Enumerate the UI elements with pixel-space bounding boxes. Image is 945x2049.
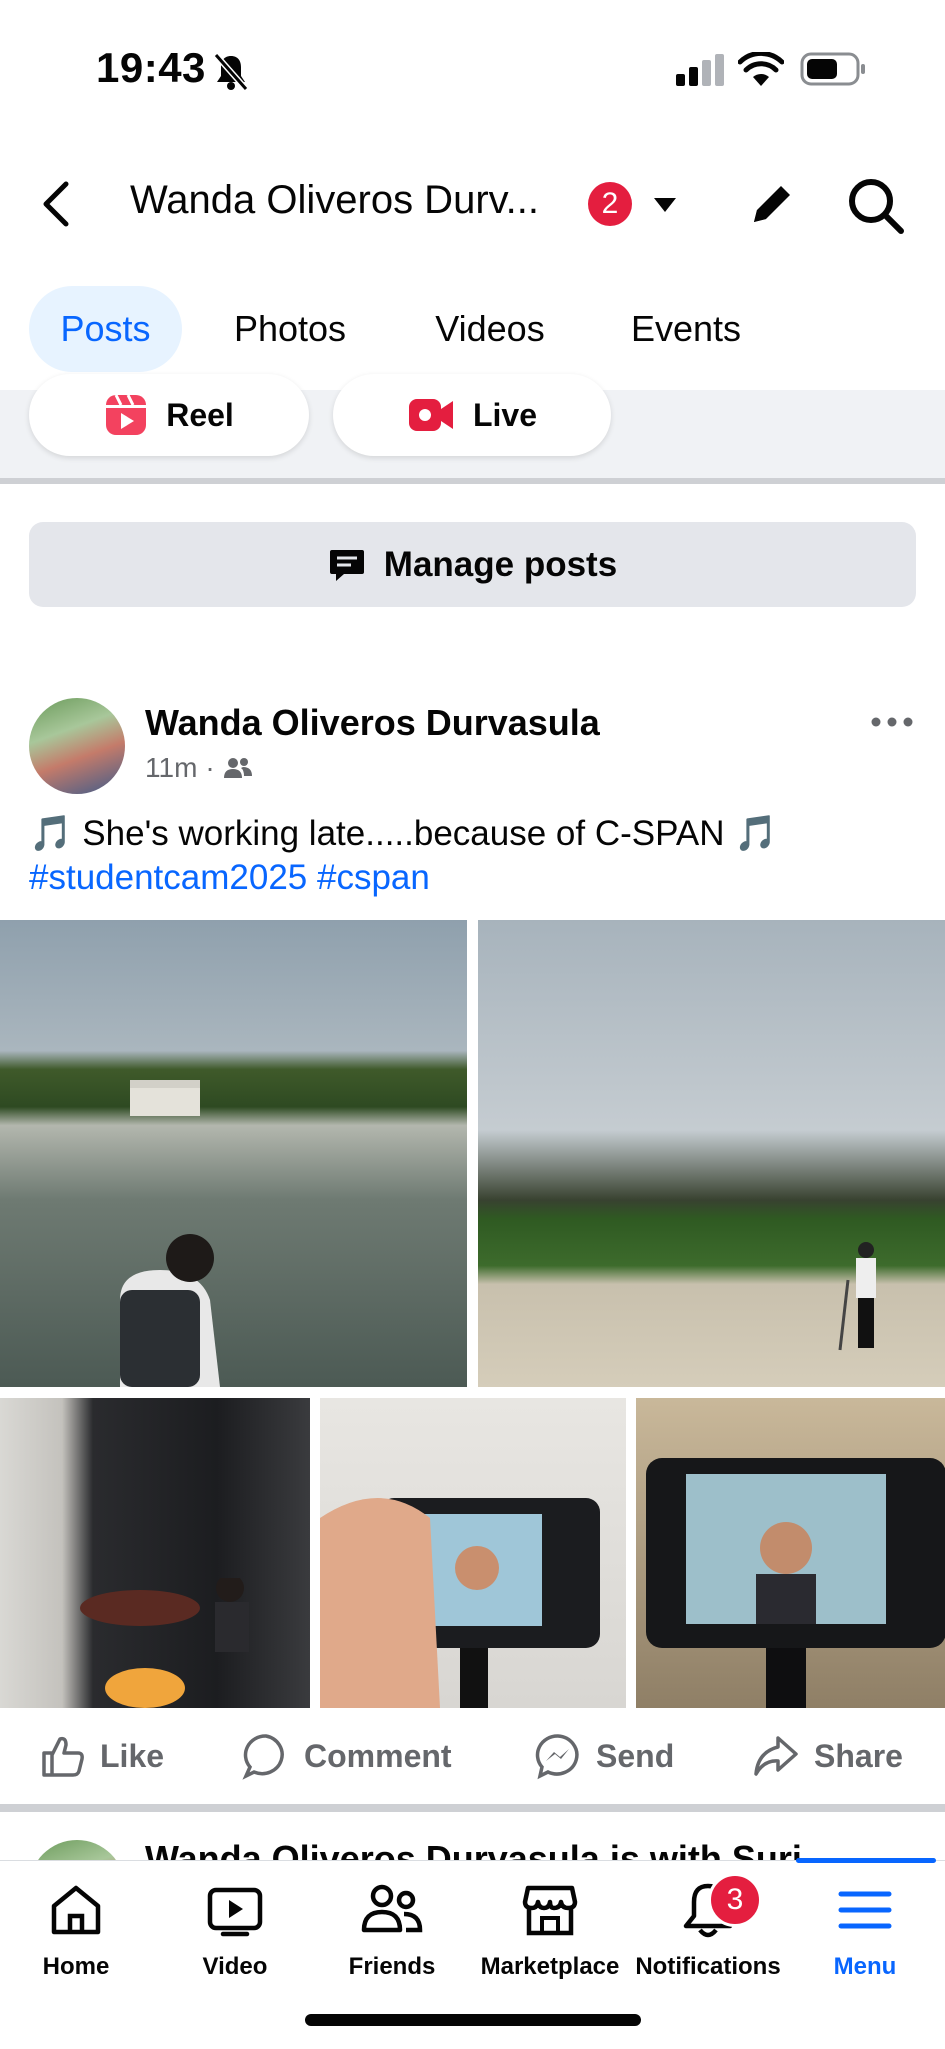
nav-menu[interactable]: Menu <box>790 1880 940 1981</box>
avatar[interactable] <box>29 698 125 794</box>
nav-marketplace-label: Marketplace <box>480 1953 620 1980</box>
camera-held-in-hand-icon <box>320 1498 600 1708</box>
messenger-icon <box>535 1734 579 1780</box>
studio-setup-photo[interactable] <box>0 1398 310 1708</box>
manage-posts-button[interactable]: Manage posts <box>29 522 916 607</box>
nav-friends[interactable]: Friends <box>317 1880 467 1981</box>
comment-bubble-icon <box>242 1734 284 1780</box>
like-thumb-icon <box>42 1736 84 1777</box>
home-icon <box>51 1885 101 1935</box>
like-button[interactable]: Like <box>40 1730 164 1782</box>
send-button[interactable]: Send <box>534 1730 674 1782</box>
section-divider <box>0 478 945 484</box>
manage-posts-label: Manage posts <box>383 544 618 584</box>
comment-label: Comment <box>304 1737 452 1774</box>
nav-notifications-label: Notifications <box>635 1953 781 1980</box>
menu-hamburger-icon <box>838 1891 892 1929</box>
active-tab-indicator <box>796 1858 936 1863</box>
post-divider <box>0 1804 945 1812</box>
nav-marketplace[interactable]: Marketplace <box>475 1880 625 1981</box>
send-label: Send <box>596 1737 675 1774</box>
tab-posts[interactable]: Posts <box>29 286 182 372</box>
tab-photos[interactable]: Photos <box>210 286 370 372</box>
reel-label: Reel <box>166 396 234 433</box>
nav-video[interactable]: Video <box>160 1880 310 1981</box>
nav-friends-label: Friends <box>348 1953 436 1980</box>
back-arrow-icon[interactable] <box>38 180 74 228</box>
live-video-icon <box>408 399 453 431</box>
camera-display-icon <box>646 1458 945 1708</box>
bell-muted-icon <box>213 53 249 91</box>
home-indicator[interactable] <box>305 2014 641 2026</box>
video-icon <box>207 1887 263 1937</box>
reel-icon <box>106 394 147 435</box>
post-meta: 11m · <box>145 752 253 784</box>
friends-icon <box>361 1884 423 1933</box>
search-icon[interactable] <box>846 176 906 236</box>
post-hashtags[interactable]: #studentcam2025 #cspan <box>29 856 919 900</box>
share-button[interactable]: Share <box>752 1730 903 1782</box>
marketplace-icon <box>522 1885 578 1936</box>
tab-events[interactable]: Events <box>606 286 766 372</box>
battery-icon <box>800 52 865 86</box>
share-label: Share <box>814 1737 903 1774</box>
comment-button[interactable]: Comment <box>242 1730 452 1782</box>
person-with-backpack-icon <box>120 1234 220 1387</box>
status-time: 19:43 <box>96 44 206 91</box>
camera-screen-hand-photo[interactable] <box>320 1398 626 1708</box>
memorial-building-icon <box>130 1080 200 1116</box>
post-text: 🎵 She's working late.....because of C-SP… <box>29 812 919 900</box>
signal-icon <box>676 54 724 86</box>
share-arrow-icon <box>754 1736 798 1776</box>
nav-video-label: Video <box>202 1953 268 1980</box>
tab-videos[interactable]: Videos <box>410 286 570 372</box>
post-text-line: 🎵 She's working late.....because of C-SP… <box>29 814 778 853</box>
caret-down-icon[interactable] <box>652 196 678 214</box>
like-label: Like <box>100 1737 165 1774</box>
live-button[interactable]: Live <box>333 374 611 456</box>
more-options-icon[interactable] <box>870 712 914 732</box>
notifications-count-badge: 3 <box>708 1873 762 1927</box>
wifi-icon <box>738 52 784 86</box>
reel-button[interactable]: Reel <box>29 374 309 456</box>
friends-audience-icon <box>223 758 252 778</box>
live-label: Live <box>472 396 538 433</box>
edit-pencil-icon[interactable] <box>748 180 796 228</box>
post-time[interactable]: 11m <box>145 752 197 784</box>
photographer-with-tripod-icon <box>838 1242 876 1351</box>
nav-home-label: Home <box>42 1953 110 1980</box>
national-mall-tripod-photo[interactable] <box>478 920 945 1387</box>
manage-posts-icon <box>329 549 364 581</box>
camera-screen-closeup-photo[interactable] <box>636 1398 945 1708</box>
notification-count-badge: 2 <box>588 182 632 226</box>
post-author[interactable]: Wanda Oliveros Durvasula <box>145 702 600 744</box>
nav-menu-label: Menu <box>833 1953 897 1980</box>
studio-table-icon <box>80 1578 249 1708</box>
nav-home[interactable]: Home <box>1 1880 151 1981</box>
lincoln-memorial-reflecting-pool-photo[interactable] <box>0 920 467 1387</box>
page-title[interactable]: Wanda Oliveros Durv... <box>130 178 539 223</box>
